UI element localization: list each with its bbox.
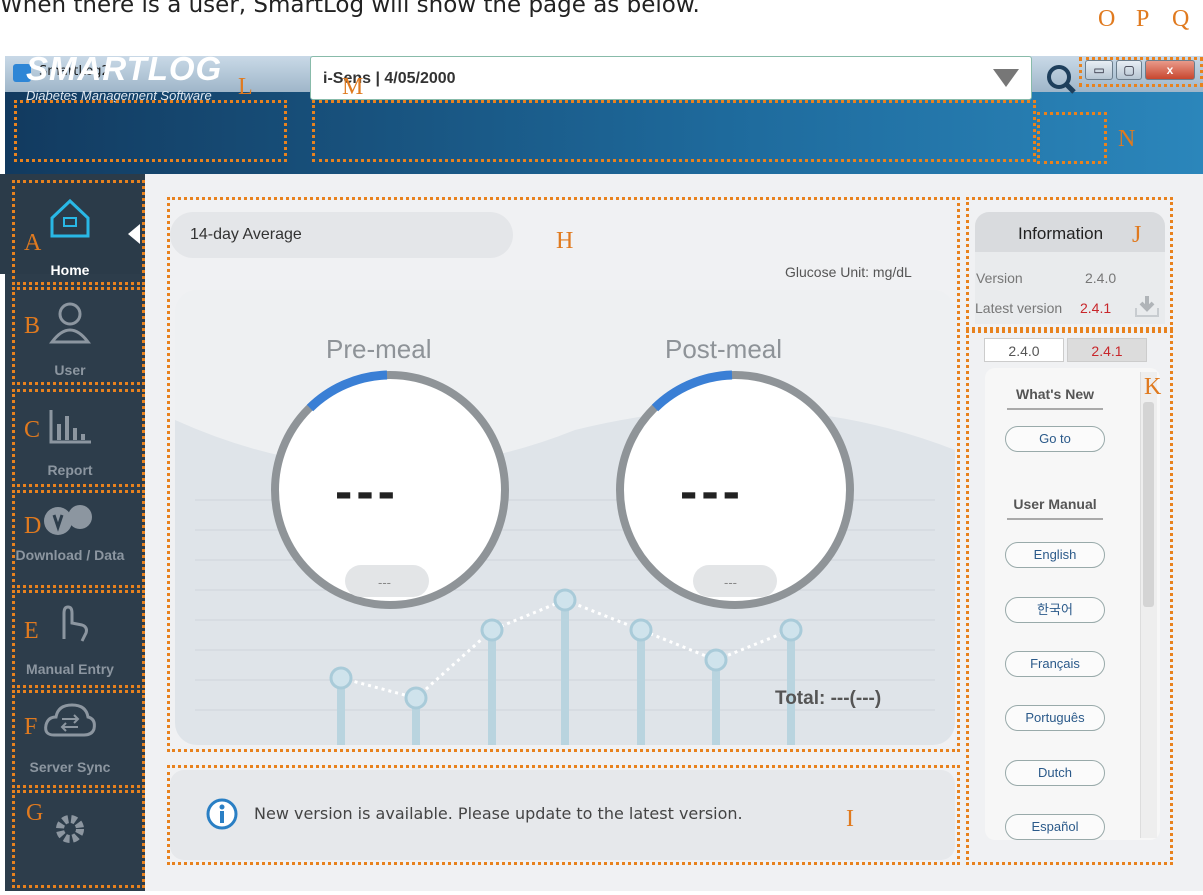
annotation-letter-m: M bbox=[342, 74, 364, 100]
annotation-box-information bbox=[966, 197, 1173, 330]
chevron-down-icon[interactable] bbox=[993, 69, 1019, 87]
annotation-letter-p: P bbox=[1136, 6, 1150, 32]
annotation-letter-b: B bbox=[24, 313, 41, 339]
annotation-box-summary bbox=[167, 197, 960, 752]
annotation-letter-d: D bbox=[24, 513, 42, 539]
annotation-box-search bbox=[1037, 112, 1107, 164]
annotation-letter-a: A bbox=[24, 230, 42, 256]
logo-title: SMARTLOG bbox=[26, 50, 223, 87]
annotation-letter-o: O bbox=[1098, 6, 1116, 32]
annotation-letter-h: H bbox=[556, 228, 574, 254]
annotation-letter-g: G bbox=[26, 800, 44, 826]
annotation-box-notice bbox=[167, 765, 960, 865]
search-icon bbox=[1047, 65, 1076, 94]
annotation-box-logo bbox=[14, 100, 287, 162]
annotation-box-links bbox=[966, 330, 1173, 865]
annotation-letter-c: C bbox=[24, 417, 41, 443]
user-select-dropdown[interactable]: i-Sens | 4/05/2000 bbox=[310, 56, 1032, 100]
annotation-letter-k: K bbox=[1144, 374, 1162, 400]
annotation-box-user-select bbox=[312, 100, 1036, 162]
annotation-letter-f: F bbox=[24, 714, 38, 740]
annotation-letter-j: J bbox=[1132, 222, 1142, 248]
search-button[interactable] bbox=[1040, 60, 1082, 98]
annotation-letter-l: L bbox=[238, 74, 253, 100]
caption-text: When there is a user, SmartLog will show… bbox=[0, 0, 700, 18]
annotation-letter-i: I bbox=[846, 806, 854, 832]
annotation-letter-n: N bbox=[1118, 126, 1136, 152]
annotation-box-window-controls bbox=[1079, 57, 1203, 87]
annotation-letter-q: Q bbox=[1172, 6, 1190, 32]
annotation-letter-e: E bbox=[24, 618, 39, 644]
